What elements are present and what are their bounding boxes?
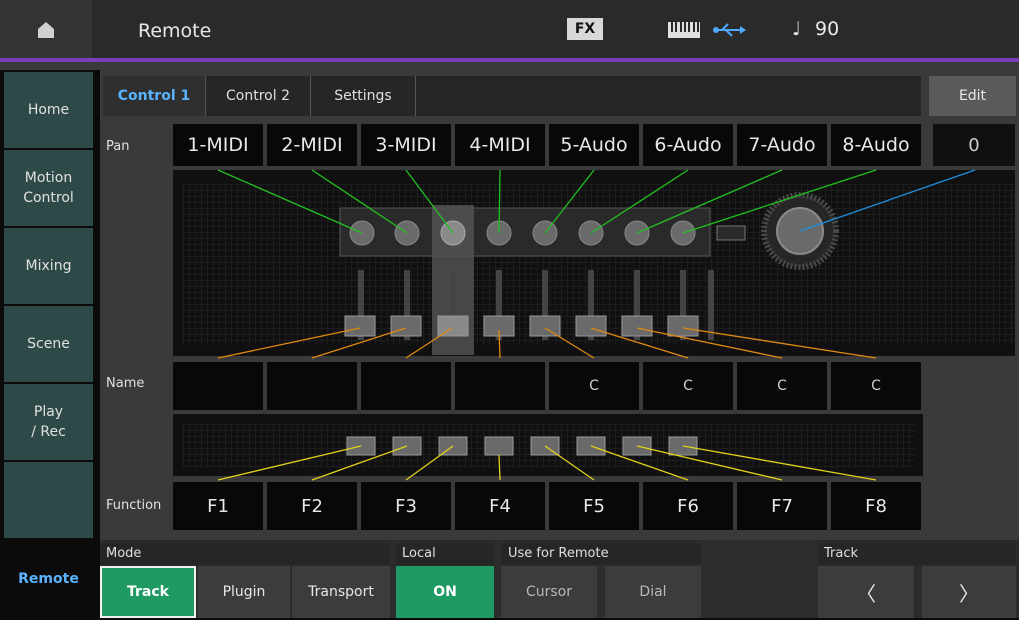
function-cell-5[interactable]: F5 (549, 482, 639, 530)
function-cell-6[interactable]: F6 (643, 482, 733, 530)
function-cell-3[interactable]: F3 (361, 482, 451, 530)
function-cell-4[interactable]: F4 (455, 482, 545, 530)
local-on-button[interactable]: ON (396, 566, 494, 618)
mode-transport-button[interactable]: Transport (292, 566, 390, 618)
mode-label: Mode (106, 546, 142, 561)
function-cell-2[interactable]: F2 (267, 482, 357, 530)
track-label: Track (824, 546, 859, 561)
function-pads (346, 436, 698, 456)
function-cell-8[interactable]: F8 (831, 482, 921, 530)
mode-group-header (100, 543, 390, 565)
cursor-button[interactable]: Cursor (501, 566, 597, 618)
mode-track-button[interactable]: Track (100, 566, 196, 618)
use-for-remote-label: Use for Remote (508, 546, 609, 561)
track-next-button[interactable]: 〉 (922, 566, 1016, 618)
function-cell-1[interactable]: F1 (173, 482, 263, 530)
function-cell-7[interactable]: F7 (737, 482, 827, 530)
dial-button[interactable]: Dial (605, 566, 701, 618)
mode-plugin-button[interactable]: Plugin (198, 566, 290, 618)
pad-4 (484, 436, 514, 456)
local-label: Local (402, 546, 436, 561)
track-prev-button[interactable]: 〈 (818, 566, 914, 618)
